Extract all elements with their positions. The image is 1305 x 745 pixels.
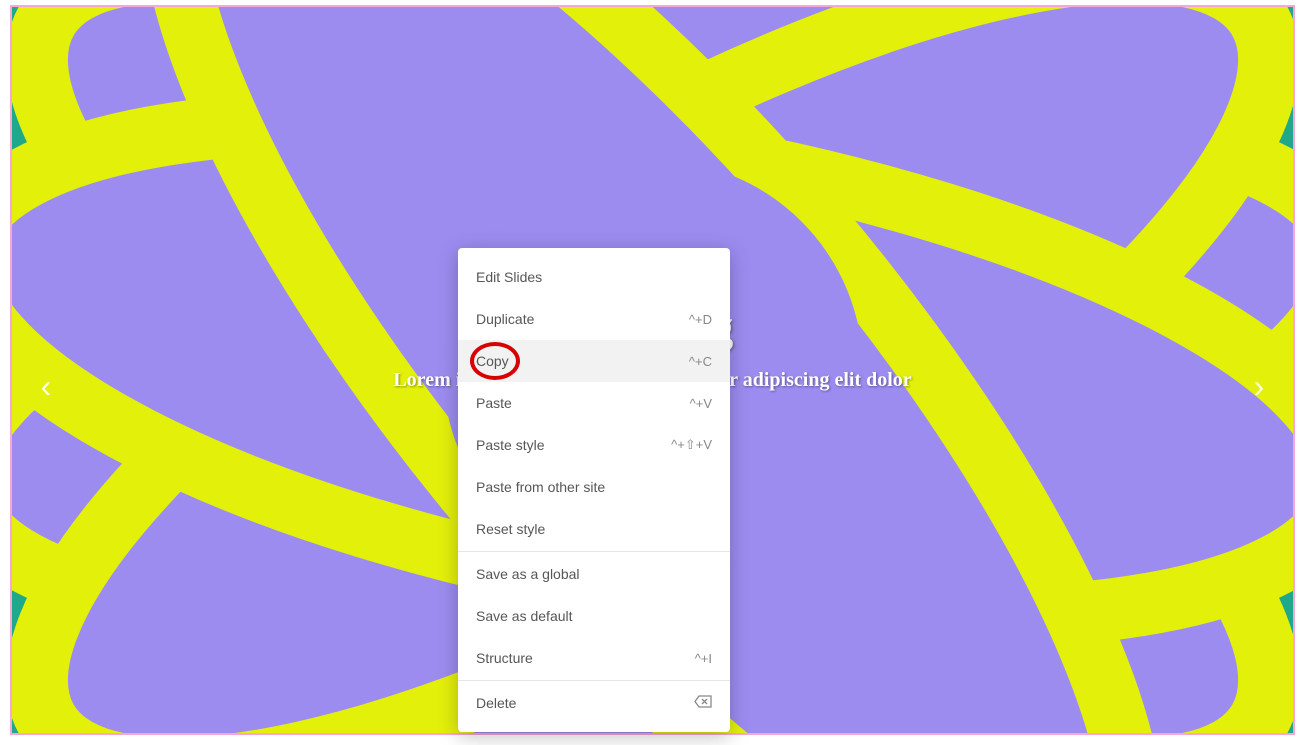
menu-item-label: Paste [476,395,512,411]
menu-item-shortcut: ^+⇧+V [671,437,712,453]
menu-item-save-as-a-global[interactable]: Save as a global [458,553,730,595]
menu-separator [458,551,730,552]
menu-item-delete[interactable]: Delete [458,682,730,724]
menu-item-label: Delete [476,695,516,711]
menu-item-label: Save as default [476,608,573,624]
menu-item-structure[interactable]: Structure ^+I [458,637,730,679]
context-menu: Edit SlidesDuplicate^+DCopy^+CPaste^+VPa… [458,248,730,732]
menu-item-label: Structure [476,650,533,666]
menu-item-label: Duplicate [476,311,534,327]
menu-item-reset-style[interactable]: Reset style [458,508,730,550]
menu-item-label: Save as a global [476,566,580,582]
carousel-prev-button[interactable]: ‹ [30,362,62,410]
chevron-left-icon: ‹ [41,368,52,405]
menu-item-shortcut: ^+C [689,354,712,369]
menu-item-label: Copy [476,353,509,369]
menu-item-duplicate[interactable]: Duplicate ^+D [458,298,730,340]
menu-item-save-as-default[interactable]: Save as default [458,595,730,637]
delete-icon [694,695,712,711]
menu-item-shortcut: ^+D [689,312,712,327]
menu-item-copy[interactable]: Copy ^+C [458,340,730,382]
menu-item-paste-style[interactable]: Paste style ^+⇧+V [458,424,730,466]
carousel-next-button[interactable]: › [1243,362,1275,410]
menu-separator [458,680,730,681]
menu-item-edit-slides[interactable]: Edit Slides [458,256,730,298]
menu-item-label: Paste style [476,437,544,453]
menu-item-label: Edit Slides [476,269,542,285]
menu-item-shortcut: ^+V [690,396,712,411]
menu-item-label: Reset style [476,521,545,537]
menu-item-paste[interactable]: Paste ^+V [458,382,730,424]
menu-item-label: Paste from other site [476,479,605,495]
menu-item-paste-from-other-site[interactable]: Paste from other site [458,466,730,508]
menu-item-shortcut: ^+I [695,651,712,666]
chevron-right-icon: › [1254,368,1265,405]
